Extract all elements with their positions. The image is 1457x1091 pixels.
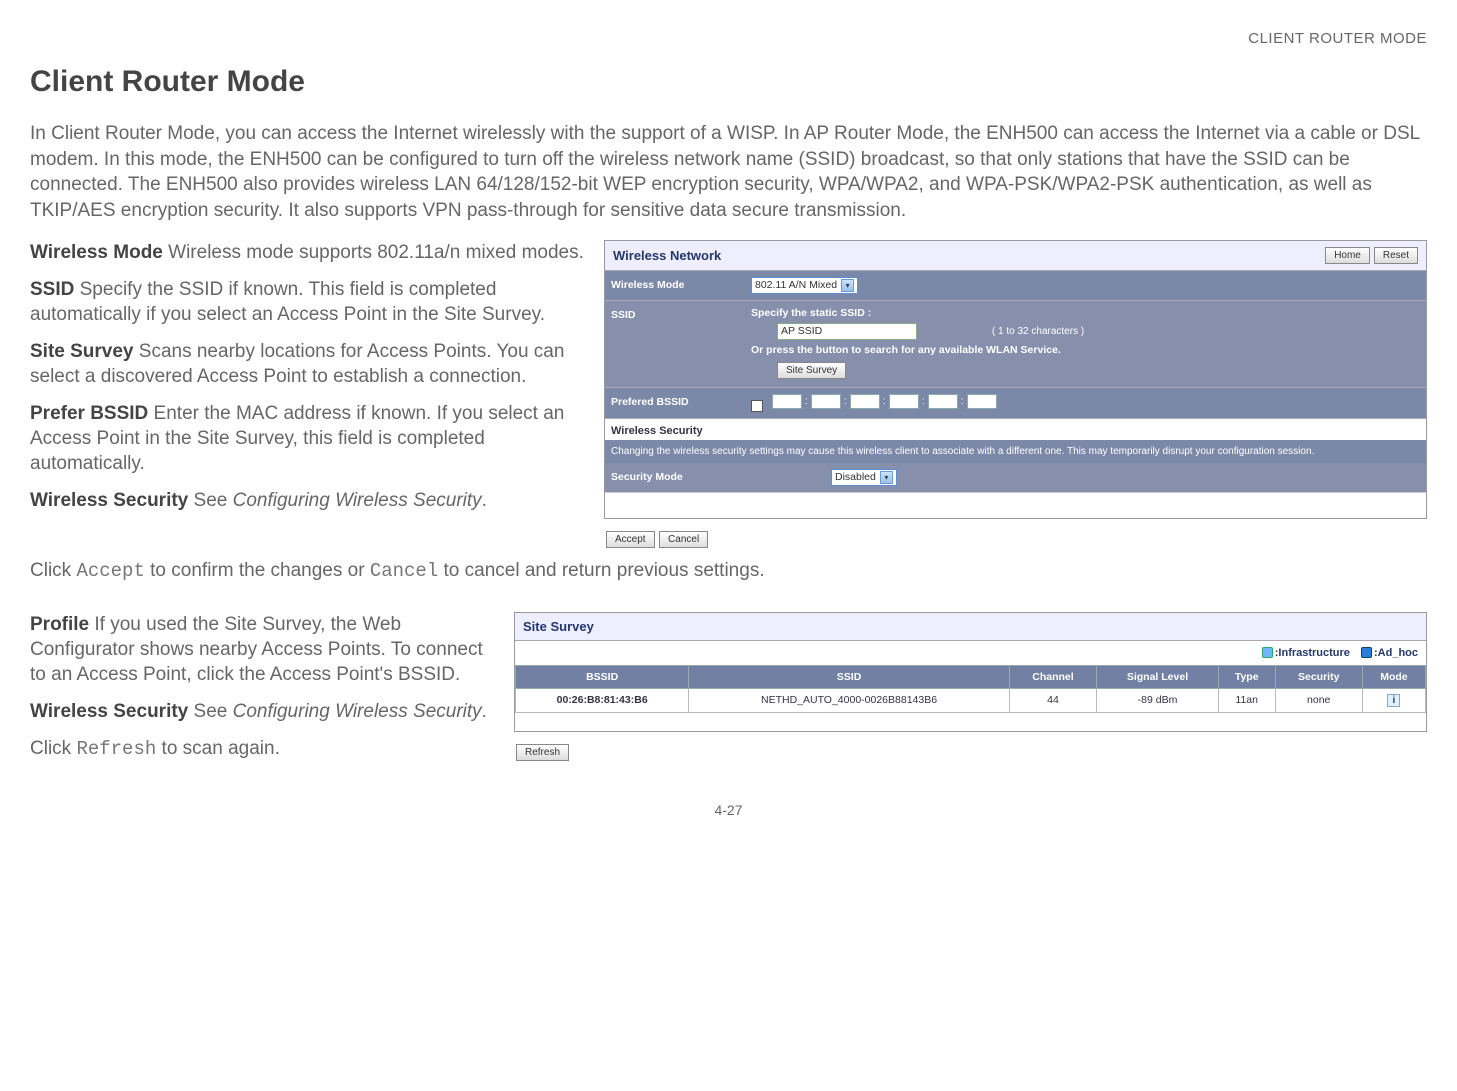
security-mode-value: Disabled [835,471,876,483]
col-mode: Mode [1362,665,1425,688]
home-button[interactable]: Home [1325,247,1370,264]
def-ws2-label: Wireless Security [30,701,188,722]
survey-header-row: BSSID SSID Channel Signal Level Type Sec… [516,665,1426,688]
mac-octet-6[interactable] [967,394,997,409]
def-ws-label: Wireless Security [30,490,188,511]
survey-table: BSSID SSID Channel Signal Level Type Sec… [515,665,1426,713]
cell-security: none [1275,688,1362,712]
def-site-survey: Site Survey Scans nearby locations for A… [30,339,590,389]
col-security: Security [1275,665,1362,688]
cell-channel: 44 [1009,688,1096,712]
legend-infra: :Infrastructure [1275,647,1350,659]
def-ws2-post: . [482,701,487,722]
cancel-code: Cancel [370,560,438,582]
col-bssid: BSSID [516,665,689,688]
cancel-button[interactable]: Cancel [659,531,708,548]
refresh-pre: Click [30,738,76,759]
wireless-network-panel: Wireless Network Home Reset Wireless Mod… [604,240,1427,519]
ssid-row-label: SSID [605,301,745,387]
refresh-line: Click Refresh to scan again. [30,736,500,762]
chevron-down-icon: ▾ [841,279,854,292]
def-profile-text: If you used the Site Survey, the Web Con… [30,614,483,685]
refresh-button[interactable]: Refresh [516,744,569,761]
cell-bssid[interactable]: 00:26:B8:81:43:B6 [516,688,689,712]
accept-pre: Click [30,560,76,581]
def-profile: Profile If you used the Site Survey, the… [30,612,500,687]
def-wm-text: Wireless mode supports 802.11a/n mixed m… [163,242,584,263]
cell-ssid: NETHD_AUTO_4000-0026B88143B6 [689,688,1010,712]
accept-code: Accept [76,560,144,582]
col-ssid: SSID [689,665,1010,688]
legend-adhoc: :Ad_hoc [1374,647,1418,659]
panel1-title: Wireless Network [613,248,721,263]
mac-octet-4[interactable] [889,394,919,409]
survey-legend: :Infrastructure :Ad_hoc [515,641,1426,665]
security-mode-select[interactable]: Disabled ▾ [831,469,897,486]
page-title: Client Router Mode [30,65,1427,99]
def-prefer-bssid: Prefer BSSID Enter the MAC address if kn… [30,401,590,476]
def-pb-label: Prefer BSSID [30,403,148,424]
wireless-security-subhead: Wireless Security [605,419,1426,440]
def-wireless-security: Wireless Security See Configuring Wirele… [30,488,590,513]
ssid-line2: Or press the button to search for any av… [751,344,1420,356]
def-wm-label: Wireless Mode [30,242,163,263]
page-number: 4-27 [30,802,1427,818]
cell-type: 11an [1218,688,1275,712]
infrastructure-icon [1262,647,1273,658]
wm-select-value: 802.11 A/N Mixed [755,279,837,291]
mode-icon: i [1387,694,1400,707]
prefered-bssid-label: Prefered BSSID [605,388,745,418]
mac-octet-5[interactable] [928,394,958,409]
site-survey-button[interactable]: Site Survey [777,362,846,379]
def-profile-label: Profile [30,614,89,635]
accept-button[interactable]: Accept [606,531,655,548]
ssid-hint: ( 1 to 32 characters ) [992,326,1084,337]
bssid-mac-group: : : : : : [772,394,997,409]
adhoc-icon [1361,647,1372,658]
def-ws2-ital: Configuring Wireless Security [233,701,482,722]
accept-post: to cancel and return previous settings. [438,560,764,581]
accept-line: Click Accept to confirm the changes or C… [30,558,1427,584]
prefered-bssid-checkbox[interactable] [751,400,763,412]
def-wireless-mode: Wireless Mode Wireless mode supports 802… [30,240,590,265]
def-wireless-security-2: Wireless Security See Configuring Wirele… [30,699,500,724]
reset-button[interactable]: Reset [1374,247,1418,264]
mac-octet-3[interactable] [850,394,880,409]
def-ws-pre: See [188,490,232,511]
mac-octet-2[interactable] [811,394,841,409]
site-survey-panel: Site Survey :Infrastructure :Ad_hoc BSSI… [514,612,1427,732]
panel2-title: Site Survey [523,619,594,634]
cell-mode: i [1362,688,1425,712]
col-type: Type [1218,665,1275,688]
security-note: Changing the wireless security settings … [605,440,1426,463]
security-mode-label: Security Mode [605,463,825,492]
col-channel: Channel [1009,665,1096,688]
col-signal: Signal Level [1097,665,1219,688]
cell-signal: -89 dBm [1097,688,1219,712]
def-ssid-text: Specify the SSID if known. This field is… [30,279,545,325]
def-ss-label: Site Survey [30,341,134,362]
def-ssid: SSID Specify the SSID if known. This fie… [30,277,590,327]
def-ws-post: . [482,490,487,511]
intro-paragraph: In Client Router Mode, you can access th… [30,121,1427,224]
ssid-input[interactable]: AP SSID [777,323,917,340]
def-ws2-pre: See [188,701,232,722]
table-row[interactable]: 00:26:B8:81:43:B6 NETHD_AUTO_4000-0026B8… [516,688,1426,712]
chevron-down-icon: ▾ [880,471,893,484]
ssid-line1: Specify the static SSID : [751,307,1420,319]
def-ssid-label: SSID [30,279,74,300]
refresh-post: to scan again. [156,738,280,759]
running-header: CLIENT ROUTER MODE [30,30,1427,47]
accept-mid: to confirm the changes or [145,560,370,581]
def-ws-ital: Configuring Wireless Security [233,490,482,511]
wireless-mode-select[interactable]: 802.11 A/N Mixed ▾ [751,277,858,294]
mac-octet-1[interactable] [772,394,802,409]
refresh-code: Refresh [76,738,156,760]
wm-row-label: Wireless Mode [605,271,745,300]
